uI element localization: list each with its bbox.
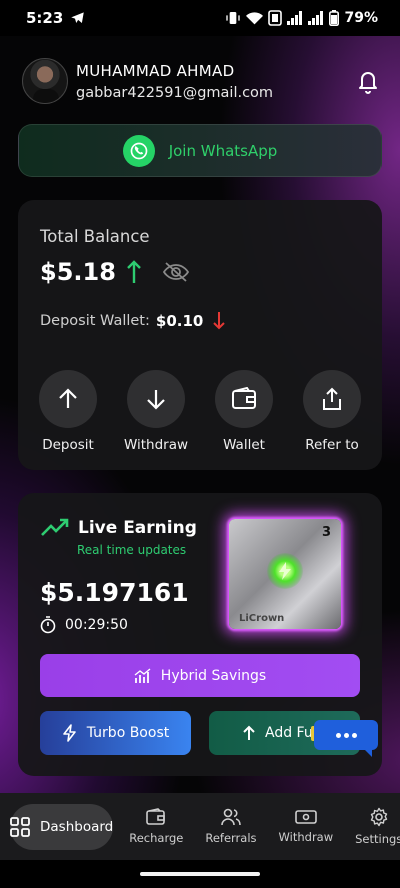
quick-actions: Deposit Withdraw Wallet Refer to: [18, 370, 382, 453]
status-time: 5:23: [26, 9, 64, 27]
wifi-icon: [246, 12, 264, 25]
timer-value: 00:29:50: [65, 617, 128, 633]
more-dot: [351, 732, 357, 738]
timer-row: 00:29:50: [40, 616, 128, 634]
refer-label: Refer to: [305, 437, 359, 453]
nav-dashboard-label: Dashboard: [40, 818, 114, 835]
battery-percent: 79%: [344, 10, 378, 26]
telegram-icon: [71, 12, 85, 23]
floating-chat-button[interactable]: [314, 720, 378, 757]
wallet-action[interactable]: Wallet: [204, 370, 284, 453]
nft-card-image[interactable]: 3 LiCrown: [229, 519, 341, 629]
more-dot: [343, 732, 349, 738]
share-icon: [323, 387, 341, 410]
status-right-group: 79%: [225, 10, 378, 26]
user-info: MUHAMMAD AHMAD gabbar422591@gmail.com: [76, 62, 273, 101]
live-earning-title: Live Earning: [78, 518, 197, 538]
nav-referrals[interactable]: Referrals: [205, 808, 257, 845]
home-indicator[interactable]: [140, 872, 260, 876]
users-icon: [221, 808, 241, 826]
deposit-wallet-value: $0.10: [155, 312, 204, 330]
gesture-bar: [0, 860, 400, 888]
gear-icon: [370, 807, 387, 827]
wallet-button[interactable]: [215, 370, 273, 428]
deposit-button[interactable]: [39, 370, 97, 428]
deposit-action[interactable]: Deposit: [28, 370, 108, 453]
nav-dashboard[interactable]: Dashboard: [10, 803, 114, 850]
nft-card-brand: LiCrown: [239, 613, 285, 624]
total-balance-value: $5.18: [40, 258, 116, 286]
hybrid-savings-button[interactable]: Hybrid Savings: [40, 654, 360, 697]
chart-growth-icon: [134, 667, 151, 683]
withdraw-label: Withdraw: [123, 437, 189, 453]
total-balance-label: Total Balance: [40, 227, 150, 246]
whatsapp-icon: [122, 134, 155, 167]
hybrid-savings-label: Hybrid Savings: [160, 667, 267, 684]
nav-settings[interactable]: Settings: [355, 807, 400, 846]
user-name: MUHAMMAD AHMAD: [76, 61, 235, 80]
stopwatch-icon: [40, 616, 56, 634]
arrow-up-green-icon: [127, 260, 141, 283]
deposit-label: Deposit: [42, 437, 94, 453]
notification-button[interactable]: [354, 67, 382, 95]
wallet-label: Wallet: [223, 437, 265, 453]
turbo-boost-label: Turbo Boost: [86, 725, 170, 741]
arrow-up-icon: [243, 725, 255, 740]
deposit-wallet-label: Deposit Wallet:: [40, 313, 150, 329]
turbo-boost-button[interactable]: Turbo Boost: [40, 711, 191, 755]
arrow-up-icon: [59, 388, 77, 408]
user-email: gabbar422591@gmail.com: [76, 84, 274, 101]
refer-button[interactable]: [303, 370, 361, 428]
arrow-down-red-icon: [213, 312, 226, 330]
eye-off-icon[interactable]: [162, 261, 190, 283]
profile-header: MUHAMMAD AHMAD gabbar422591@gmail.com: [22, 56, 382, 106]
live-earning-value: $5.197161: [40, 578, 189, 607]
avatar[interactable]: [22, 58, 68, 104]
battery-icon: [329, 10, 340, 26]
lightning-glow-icon: [267, 553, 303, 589]
cash-icon: [295, 810, 317, 824]
nav-referrals-label: Referrals: [205, 831, 257, 845]
nav-recharge[interactable]: Recharge: [129, 808, 183, 845]
withdraw-action[interactable]: Withdraw: [116, 370, 196, 453]
bell-icon: [359, 72, 377, 94]
grid-icon: [10, 816, 30, 837]
deposit-wallet-row: Deposit Wallet: $0.10: [40, 311, 226, 331]
arrow-down-icon: [147, 390, 165, 410]
nav-withdraw[interactable]: Withdraw: [278, 809, 334, 844]
more-dot: [335, 732, 341, 738]
nav-settings-label: Settings: [355, 832, 400, 846]
nav-withdraw-label: Withdraw: [278, 830, 334, 844]
live-earning-subtitle: Real time updates: [77, 543, 187, 557]
nft-card-number: 3: [321, 525, 331, 540]
signal-icon: [308, 11, 324, 25]
lightning-icon: [62, 724, 76, 742]
status-bar: 5:23 79%: [0, 0, 400, 36]
total-balance-row: $5.18: [40, 258, 190, 286]
withdraw-button[interactable]: [127, 370, 185, 428]
wallet-icon: [232, 387, 256, 409]
status-time-group: 5:23: [26, 9, 85, 27]
volte-icon: [268, 10, 283, 26]
balance-card: Total Balance $5.18 Deposit Wallet: $0.1…: [18, 200, 382, 470]
refer-action[interactable]: Refer to: [292, 370, 372, 453]
nav-recharge-label: Recharge: [129, 831, 184, 845]
live-earning-header: Live Earning: [40, 518, 197, 538]
trending-up-icon: [41, 518, 69, 536]
signal-icon: [287, 11, 303, 25]
bottom-navigation: Dashboard Recharge Referrals Withdraw Se…: [0, 793, 400, 860]
vibrate-icon: [226, 12, 241, 24]
wallet-icon: [146, 808, 166, 825]
whatsapp-label: Join WhatsApp: [168, 141, 278, 160]
join-whatsapp-button[interactable]: Join WhatsApp: [18, 124, 382, 177]
